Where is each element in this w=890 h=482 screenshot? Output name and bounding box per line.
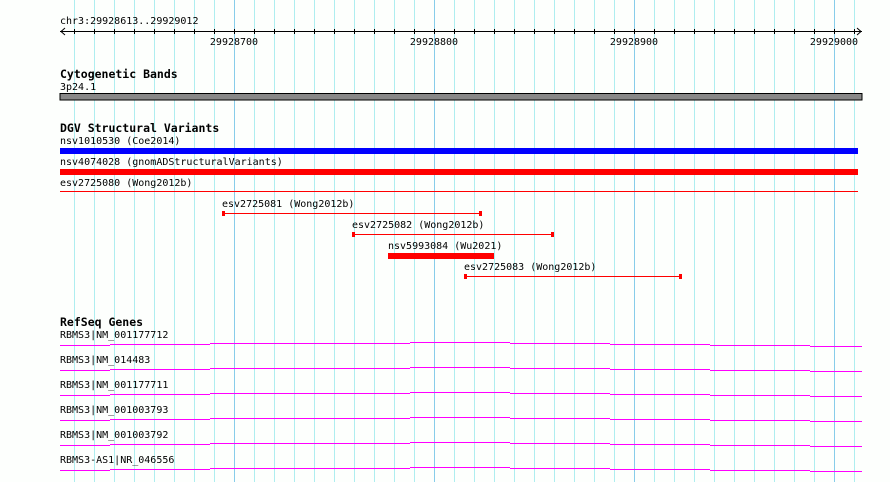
refseq-gene-label: RBMS3|NM_014483 xyxy=(60,355,150,366)
refseq-gene-label: RBMS3-AS1|NR_046556 xyxy=(60,455,174,466)
genome-browser-canvas[interactable]: chr3:29928613..29929012 29928700 29928800… xyxy=(0,0,890,482)
track-title-refseq: RefSeq Genes xyxy=(60,315,143,329)
dgv-feature[interactable]: nsv5993084 (Wu2021) xyxy=(388,241,502,259)
dgv-feature-end-cap xyxy=(551,232,554,237)
ruler-tick-label: 29928800 xyxy=(410,37,458,48)
ruler-tick-label: 29928700 xyxy=(210,37,258,48)
dgv-feature-start-cap xyxy=(464,274,467,279)
refseq-gene-label: RBMS3|NM_001003793 xyxy=(60,405,168,416)
dgv-feature-start-cap xyxy=(222,211,225,216)
dgv-feature-bar[interactable] xyxy=(60,148,858,154)
dgv-feature-label: nsv4074028 (gnomADStructuralVariants) xyxy=(60,157,283,168)
ruler-tick-label: 29929000 xyxy=(810,37,858,48)
dgv-feature-label: esv2725081 (Wong2012b) xyxy=(222,199,354,210)
dgv-feature-label: nsv1010530 (Coe2014) xyxy=(60,136,180,147)
dgv-feature-label: esv2725080 (Wong2012b) xyxy=(60,178,192,189)
dgv-feature-bar[interactable] xyxy=(60,169,858,175)
refseq-gene-label: RBMS3|NM_001003792 xyxy=(60,430,168,441)
dgv-feature-label: esv2725082 (Wong2012b) xyxy=(352,220,484,231)
dgv-feature-bar[interactable] xyxy=(388,253,494,259)
region-label: chr3:29928613..29929012 xyxy=(60,16,198,27)
ruler-tick-label: 29928900 xyxy=(610,37,658,48)
dgv-feature-end-cap xyxy=(679,274,682,279)
track-title-cytoband: Cytogenetic Bands xyxy=(60,67,178,81)
dgv-feature-label: nsv5993084 (Wu2021) xyxy=(388,241,502,252)
dgv-feature-start-cap xyxy=(352,232,355,237)
refseq-gene-label: RBMS3|NM_001177712 xyxy=(60,330,168,341)
refseq-gene-label: RBMS3|NM_001177711 xyxy=(60,380,168,391)
cytoband-label: 3p24.1 xyxy=(60,82,96,93)
cytoband-bar[interactable] xyxy=(59,93,863,101)
dgv-feature-end-cap xyxy=(479,211,482,216)
dgv-feature-label: esv2725083 (Wong2012b) xyxy=(464,262,596,273)
track-title-dgv: DGV Structural Variants xyxy=(60,121,219,135)
